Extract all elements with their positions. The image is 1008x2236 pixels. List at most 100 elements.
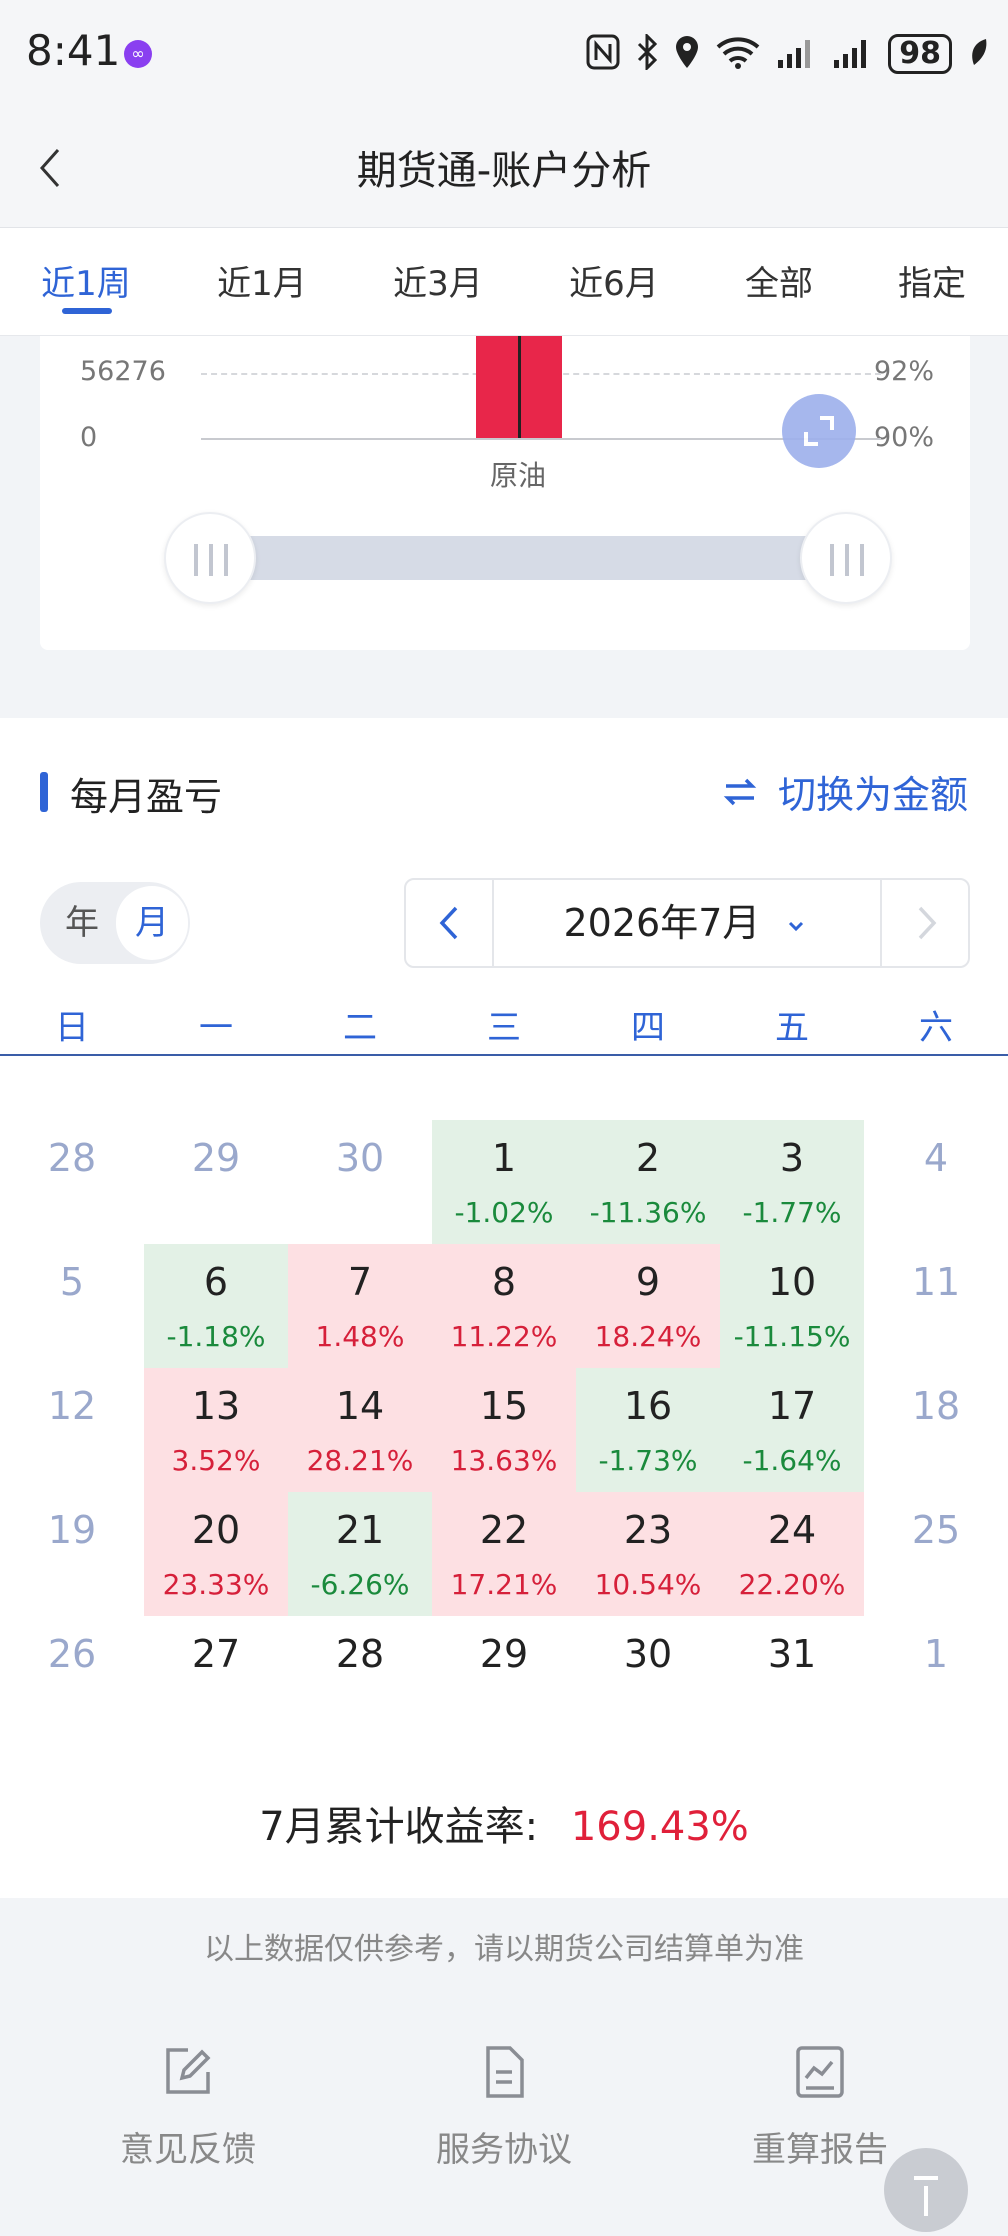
chevron-down-icon [789, 921, 804, 931]
monthly-total-value: 169.43% [570, 1804, 749, 1850]
weekday-wed: 三 [487, 1008, 521, 1048]
day-number: 23 [623, 1508, 673, 1552]
tab-1-week[interactable]: 近1周 [40, 256, 132, 305]
service-agreement-button[interactable]: 服务协议 [384, 2042, 624, 2171]
calendar-day[interactable]: 18 [864, 1368, 1008, 1492]
tab-custom[interactable]: 指定 [892, 256, 972, 305]
calendar-day[interactable]: 25 [864, 1492, 1008, 1616]
day-number: 3 [779, 1136, 805, 1180]
calendar-day[interactable]: 8 11.22% [432, 1244, 576, 1368]
calendar-day[interactable]: 15 13.63% [432, 1368, 576, 1492]
chevron-left-icon [439, 906, 458, 940]
calendar-day[interactable]: 29 [432, 1616, 576, 1740]
signal-icon-2 [832, 36, 872, 72]
calendar-day[interactable]: 30 [288, 1120, 432, 1244]
monthly-total-label: 7月累计收益率: [259, 1804, 539, 1850]
day-number: 12 [47, 1384, 97, 1428]
day-number: 24 [767, 1508, 817, 1552]
calendar-day[interactable]: 28 [0, 1120, 144, 1244]
page-title: 期货通-账户分析 [356, 148, 652, 194]
tab-1-month[interactable]: 近1月 [212, 256, 312, 305]
calendar-day[interactable]: 24 22.20% [720, 1492, 864, 1616]
section-title: 每月盈亏 [70, 775, 223, 819]
calendar-day[interactable]: 10 -11.15% [720, 1244, 864, 1368]
calendar-day[interactable]: 11 [864, 1244, 1008, 1368]
tab-all[interactable]: 全部 [740, 256, 818, 305]
day-number: 25 [911, 1508, 961, 1552]
prev-month-button[interactable] [406, 880, 494, 966]
day-return: -11.15% [733, 1320, 851, 1353]
grip-icon [830, 544, 864, 576]
calendar-day[interactable]: 16 -1.73% [576, 1368, 720, 1492]
toggle-year[interactable]: 年 [46, 882, 118, 964]
range-slider-track[interactable] [208, 536, 848, 580]
calendar-day[interactable]: 1 -1.02% [432, 1120, 576, 1244]
tab-3-months[interactable]: 近3月 [388, 256, 488, 305]
day-number: 9 [635, 1260, 661, 1304]
calendar-day[interactable]: 26 [0, 1616, 144, 1740]
footer: 以上数据仅供参考，请以期货公司结算单为准 意见反馈 服务协议 重算报告 [0, 1898, 1008, 2232]
day-return: 1.48% [315, 1320, 405, 1353]
fullscreen-button[interactable] [782, 394, 856, 468]
calendar-day[interactable]: 21 -6.26% [288, 1492, 432, 1616]
day-return: 3.52% [171, 1444, 261, 1477]
nav-bar: 期货通-账户分析 [0, 110, 1008, 228]
day-number: 28 [47, 1136, 97, 1180]
calendar-day[interactable]: 7 1.48% [288, 1244, 432, 1368]
day-number: 11 [911, 1260, 961, 1304]
next-month-button[interactable] [880, 880, 968, 966]
range-slider-left-handle[interactable] [164, 512, 256, 604]
y-axis-left-tick-top: 56276 [80, 356, 166, 387]
day-return: -1.77% [742, 1196, 842, 1229]
switch-to-amount-button[interactable]: 切换为金额 [720, 764, 968, 819]
day-number: 26 [47, 1632, 97, 1676]
edit-icon [158, 2042, 218, 2102]
calendar-day[interactable]: 22 17.21% [432, 1492, 576, 1616]
calendar-day[interactable]: 29 [144, 1120, 288, 1244]
day-number: 31 [767, 1632, 817, 1676]
calendar-day[interactable]: 28 [288, 1616, 432, 1740]
calendar-day[interactable]: 31 [720, 1616, 864, 1740]
calendar-day[interactable]: 6 -1.18% [144, 1244, 288, 1368]
monthly-pnl-section: 每月盈亏 切换为金额 年 月 2026年7月 日 一 二 三 四 五 六 28 2… [0, 718, 1008, 1898]
day-return: 28.21% [306, 1444, 414, 1477]
month-select[interactable]: 2026年7月 [494, 880, 880, 966]
switch-label: 切换为金额 [777, 773, 968, 817]
range-slider-right-handle[interactable] [800, 512, 892, 604]
day-number: 7 [347, 1260, 373, 1304]
calendar-day[interactable]: 20 23.33% [144, 1492, 288, 1616]
day-return: 23.33% [162, 1568, 270, 1601]
calendar-day[interactable]: 5 [0, 1244, 144, 1368]
day-number: 21 [335, 1508, 385, 1552]
day-number: 1 [923, 1632, 949, 1676]
calendar-day[interactable]: 12 [0, 1368, 144, 1492]
status-time: 8:41 [26, 26, 121, 75]
weekday-sun: 日 [55, 1008, 89, 1048]
calendar-day[interactable]: 1 [864, 1616, 1008, 1740]
day-number: 27 [191, 1632, 241, 1676]
weekday-sat: 六 [919, 1008, 953, 1048]
day-number: 8 [491, 1260, 517, 1304]
section-accent-bar [40, 772, 48, 812]
calendar-day[interactable]: 3 -1.77% [720, 1120, 864, 1244]
day-number: 2 [635, 1136, 661, 1180]
calendar-day[interactable]: 17 -1.64% [720, 1368, 864, 1492]
feedback-button[interactable]: 意见反馈 [68, 2042, 308, 2171]
calendar-day[interactable]: 4 [864, 1120, 1008, 1244]
day-return: 18.24% [594, 1320, 702, 1353]
year-month-toggle: 年 月 [40, 882, 190, 964]
signal-icon-1 [776, 36, 816, 72]
back-to-top-button[interactable] [884, 2148, 968, 2232]
day-number: 13 [191, 1384, 241, 1428]
tab-6-months[interactable]: 近6月 [564, 256, 664, 305]
wifi-icon [716, 35, 760, 73]
calendar-day[interactable]: 19 [0, 1492, 144, 1616]
calendar-day[interactable]: 2 -11.36% [576, 1120, 720, 1244]
calendar-day[interactable]: 9 18.24% [576, 1244, 720, 1368]
calendar-day[interactable]: 14 28.21% [288, 1368, 432, 1492]
calendar-day[interactable]: 30 [576, 1616, 720, 1740]
calendar-day[interactable]: 23 10.54% [576, 1492, 720, 1616]
calendar-day[interactable]: 27 [144, 1616, 288, 1740]
toggle-month[interactable]: 月 [116, 886, 188, 960]
calendar-day[interactable]: 13 3.52% [144, 1368, 288, 1492]
